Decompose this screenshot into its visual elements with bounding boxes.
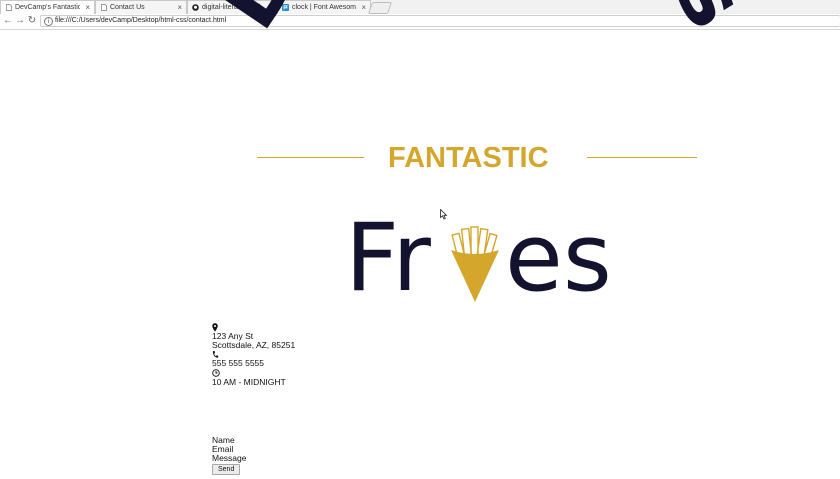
contact-form: Name Email Message Send — [212, 435, 247, 475]
logo-word-part1: Fr — [345, 204, 431, 313]
mouse-cursor-icon — [440, 209, 448, 220]
logo-arc-text: DevCamp's — [198, 0, 766, 46]
business-hours: 10 AM - MIDNIGHT — [212, 376, 286, 387]
phone-number: 555 555 5555 — [212, 358, 264, 369]
logo-word-part2: es — [505, 204, 612, 313]
right-gold-rule — [587, 157, 697, 158]
logo-tagline: FANTASTIC — [388, 142, 549, 174]
left-gold-rule — [257, 157, 364, 158]
send-button[interactable]: Send — [212, 463, 241, 475]
message-label: Message — [212, 453, 247, 464]
fries-cone-icon — [451, 226, 499, 302]
address-line-2: Scottsdale, AZ, 85251 — [212, 340, 296, 351]
contact-info: 123 Any St Scottsdale, AZ, 85251 555 555… — [212, 323, 295, 387]
